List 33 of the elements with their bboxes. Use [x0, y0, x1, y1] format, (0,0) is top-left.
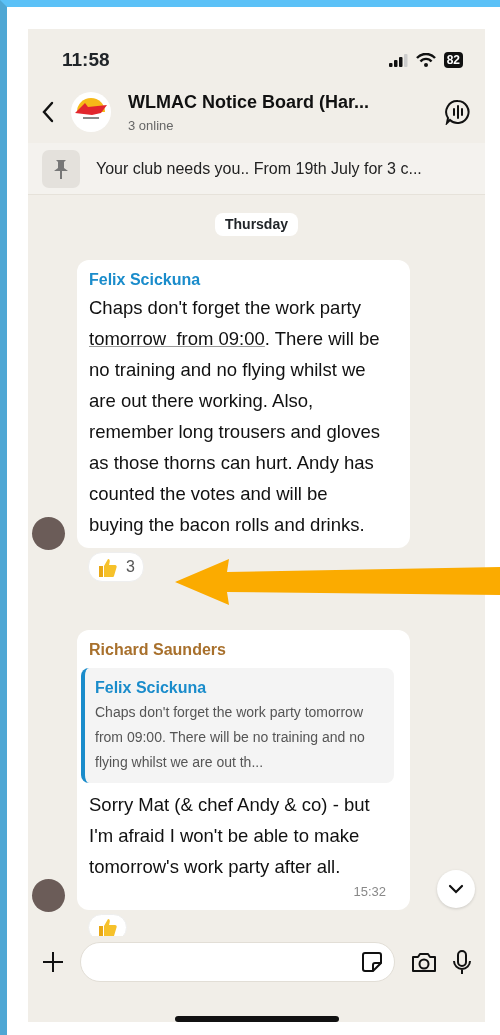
- sender-name: Richard Saunders: [89, 640, 227, 660]
- thumbs-up-icon: [97, 556, 118, 578]
- voice-chat-icon[interactable]: [445, 99, 471, 125]
- wifi-icon: [415, 53, 436, 67]
- signal-icon: [388, 53, 408, 67]
- camera-icon[interactable]: [411, 951, 437, 973]
- sticker-icon[interactable]: [362, 952, 382, 972]
- club-logo-icon: [70, 91, 112, 133]
- avatar-photo-placeholder: [32, 878, 65, 912]
- thumbs-up-icon: [97, 916, 118, 936]
- online-status: 3 online: [128, 116, 175, 135]
- date-chip: Thursday: [215, 213, 298, 236]
- pin-icon: [52, 158, 70, 179]
- chevron-down-icon: [448, 884, 464, 894]
- reaction-count: 3: [126, 557, 135, 577]
- quoted-message[interactable]: Felix Scickuna Chaps don't forget the work party tomorrow from 09:00. There will be no training and no flying whilst we are out th...: [81, 668, 394, 783]
- avatar-photo-placeholder: [32, 517, 65, 550]
- battery-level: 82: [443, 52, 463, 68]
- message-text: Sorry Mat (& chef Andy & co) - but I'm afraid I won't be able to make tomorrow's work party after all.: [89, 793, 371, 879]
- message-text: Chaps don't forget the work party tomorrow from 09:00. There will be no training and no flying whilst we are out there working. Also, remember long trousers and gloves as those thorns can hurt. Andy has counted the votes and will be buying the bacon rolls and drinks.: [89, 296, 381, 537]
- microphone-icon[interactable]: [453, 949, 471, 975]
- quoted-text: Chaps don't forget the work party tomorrow from 09:00. There will be no training and no flying whilst we are out th...: [95, 703, 366, 772]
- message-input-field[interactable]: [80, 942, 395, 982]
- reaction-chip[interactable]: 3: [88, 552, 144, 582]
- back-icon[interactable]: [42, 101, 54, 123]
- chat-title: WLMAC Notice Board (Har...: [128, 90, 370, 114]
- scroll-down-button[interactable]: [437, 870, 475, 908]
- plus-icon[interactable]: [42, 951, 64, 973]
- quoted-sender: Felix Scickuna: [95, 678, 208, 698]
- pin-button[interactable]: [42, 149, 80, 188]
- sender-name: Felix Scickuna: [89, 270, 202, 290]
- message-time: 15:32: [352, 883, 386, 901]
- status-time: 11:58: [62, 47, 110, 72]
